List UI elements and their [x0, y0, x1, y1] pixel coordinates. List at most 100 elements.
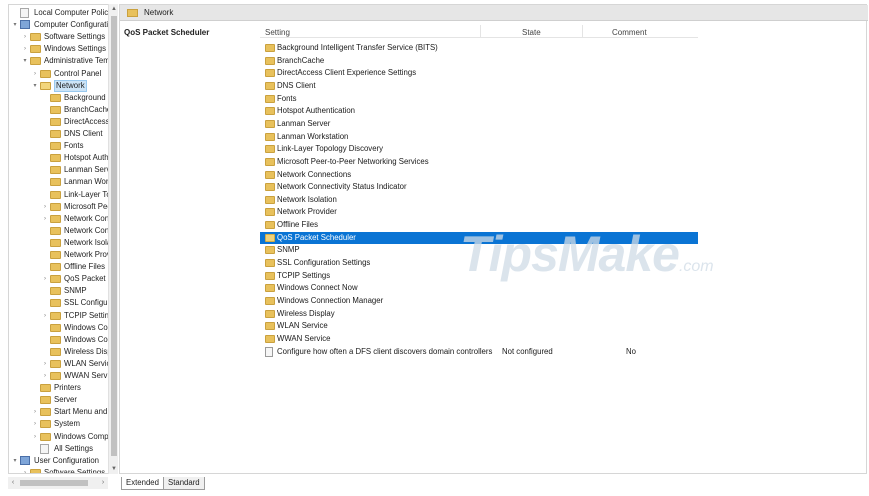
tree-node[interactable]: Network Isolation — [9, 237, 116, 249]
tab-standard[interactable]: Standard — [163, 477, 205, 490]
tree-node[interactable]: › WWAN Service — [9, 370, 116, 382]
category-row[interactable]: Microsoft Peer-to-Peer Networking Servic… — [260, 156, 698, 168]
tree-node[interactable]: Server — [9, 394, 116, 406]
category-row[interactable]: Wireless Display — [260, 308, 698, 320]
expand-arrow-icon[interactable]: › — [41, 273, 49, 285]
expand-arrow-icon[interactable]: › — [31, 68, 39, 80]
category-row[interactable]: Network Connectivity Status Indicator — [260, 181, 698, 193]
collapse-arrow-icon[interactable]: ▾ — [31, 80, 39, 92]
category-row[interactable]: WLAN Service — [260, 320, 698, 332]
tree-node[interactable]: BranchCache — [9, 104, 116, 116]
folder-icon — [265, 170, 275, 179]
scroll-up-arrow-icon[interactable]: ▲ — [109, 4, 119, 14]
tree-node[interactable]: ▾ Computer Configuration — [9, 19, 116, 31]
tree-node[interactable]: ▾ Network — [9, 79, 116, 92]
setting-name: Lanman Server — [277, 118, 331, 128]
tree-node[interactable]: ▾ Administrative Templates — [9, 55, 116, 67]
tree-node[interactable]: Hotspot Authentication — [9, 152, 116, 164]
tree-node[interactable]: Windows Connect Now — [9, 322, 116, 334]
scroll-thumb[interactable] — [111, 16, 117, 456]
tree-node[interactable]: Network Provider — [9, 249, 116, 261]
expand-arrow-icon[interactable]: › — [41, 201, 49, 213]
tree-node[interactable]: › Software Settings — [9, 31, 116, 43]
column-state[interactable]: State — [522, 28, 541, 37]
scroll-left-arrow-icon[interactable]: ‹ — [8, 477, 18, 489]
tree-node[interactable]: DNS Client — [9, 128, 116, 140]
tree-node[interactable]: ▾ User Configuration — [9, 455, 116, 467]
folder-icon — [265, 259, 275, 268]
computer-icon — [20, 20, 30, 30]
expand-arrow-icon[interactable]: › — [41, 213, 49, 225]
scroll-right-arrow-icon[interactable]: › — [98, 477, 108, 489]
category-row[interactable]: Hotspot Authentication — [260, 105, 698, 117]
tree-node[interactable]: › System — [9, 418, 116, 430]
console-tree[interactable]: Local Computer Policy ▾ Computer Configura… — [8, 4, 117, 474]
tree-node[interactable]: › WLAN Service — [9, 358, 116, 370]
expand-arrow-icon[interactable]: › — [31, 431, 39, 443]
tree-node[interactable]: Offline Files — [9, 261, 116, 273]
tree-horizontal-scrollbar[interactable]: ‹ › — [8, 477, 108, 489]
tree-node[interactable]: All Settings — [9, 443, 116, 455]
category-row[interactable]: Windows Connect Now — [260, 282, 698, 294]
tree-vertical-scrollbar[interactable]: ▲ ▼ — [108, 4, 118, 474]
tree-node[interactable]: › Control Panel — [9, 68, 116, 80]
category-row[interactable]: Lanman Server — [260, 118, 698, 130]
tree-node[interactable]: SNMP — [9, 285, 116, 297]
tree-node[interactable]: Windows Connection Manager — [9, 334, 116, 346]
tree-node[interactable]: ›Start Menu and Taskbar — [9, 406, 116, 418]
column-setting[interactable]: Setting — [265, 28, 290, 37]
tree-node[interactable]: DirectAccess Client Experience Settings — [9, 116, 116, 128]
collapse-arrow-icon[interactable]: ▾ — [11, 19, 19, 31]
tree-node-label: Fonts — [64, 141, 84, 151]
tree-node[interactable]: ›Microsoft Peer-to-Peer Networking Servi… — [9, 201, 116, 213]
category-row[interactable]: Network Provider — [260, 206, 698, 218]
category-row[interactable]: DNS Client — [260, 80, 698, 92]
tab-extended[interactable]: Extended — [121, 477, 164, 490]
tree-node[interactable]: › Software Settings — [9, 467, 116, 473]
folder-icon — [50, 130, 61, 138]
category-row[interactable]: BranchCache — [260, 55, 698, 67]
tree-node[interactable]: Lanman Workstation — [9, 176, 116, 188]
expand-arrow-icon[interactable]: › — [41, 310, 49, 322]
category-row[interactable]: Lanman Workstation — [260, 131, 698, 143]
expand-arrow-icon[interactable]: › — [31, 418, 39, 430]
expand-arrow-icon[interactable]: › — [31, 406, 39, 418]
tree-node[interactable]: Link-Layer Topology Discovery — [9, 189, 116, 201]
expand-arrow-icon[interactable]: › — [41, 370, 49, 382]
policy-row[interactable]: Configure how often a DFS client discove… — [260, 346, 698, 358]
tree-node[interactable]: › TCPIP Settings — [9, 310, 116, 322]
tree-node[interactable]: Local Computer Policy — [9, 7, 116, 19]
tree-node[interactable]: Lanman Server — [9, 164, 116, 176]
expand-arrow-icon[interactable]: › — [21, 43, 29, 55]
tree-node[interactable]: ›Network Connections — [9, 213, 116, 225]
expand-arrow-icon[interactable]: › — [21, 31, 29, 43]
tree-node[interactable]: Wireless Display — [9, 346, 116, 358]
expand-arrow-icon[interactable]: › — [41, 358, 49, 370]
expand-arrow-icon[interactable]: › — [21, 467, 29, 473]
tree-node[interactable]: › Windows Settings — [9, 43, 116, 55]
category-row[interactable]: Link-Layer Topology Discovery — [260, 143, 698, 155]
tree-node[interactable]: Fonts — [9, 140, 116, 152]
category-row[interactable]: Network Connections — [260, 169, 698, 181]
category-row[interactable]: Background Intelligent Transfer Service … — [260, 42, 698, 54]
category-row[interactable]: Network Isolation — [260, 194, 698, 206]
scroll-thumb[interactable] — [20, 480, 88, 486]
column-comment[interactable]: Comment — [612, 28, 647, 37]
tree-node[interactable]: ›Windows Components — [9, 431, 116, 443]
scroll-down-arrow-icon[interactable]: ▼ — [109, 464, 119, 474]
folder-icon — [265, 56, 275, 65]
category-row[interactable]: Windows Connection Manager — [260, 295, 698, 307]
category-row[interactable]: Fonts — [260, 93, 698, 105]
collapse-arrow-icon[interactable]: ▾ — [11, 455, 19, 467]
tree-node[interactable]: Network Connectivity Status Indicator — [9, 225, 116, 237]
tree-node[interactable]: Printers — [9, 382, 116, 394]
tree-node[interactable]: Background Intelligent Transfer Service … — [9, 92, 116, 104]
folder-icon — [50, 214, 61, 223]
tree-node[interactable]: SSL Configuration Settings — [9, 297, 116, 309]
column-divider[interactable] — [582, 25, 583, 38]
collapse-arrow-icon[interactable]: ▾ — [21, 55, 29, 67]
tree-node[interactable]: ›QoS Packet Scheduler — [9, 273, 116, 285]
column-divider[interactable] — [480, 25, 481, 38]
category-row[interactable]: DirectAccess Client Experience Settings — [260, 67, 698, 79]
category-row[interactable]: WWAN Service — [260, 333, 698, 345]
